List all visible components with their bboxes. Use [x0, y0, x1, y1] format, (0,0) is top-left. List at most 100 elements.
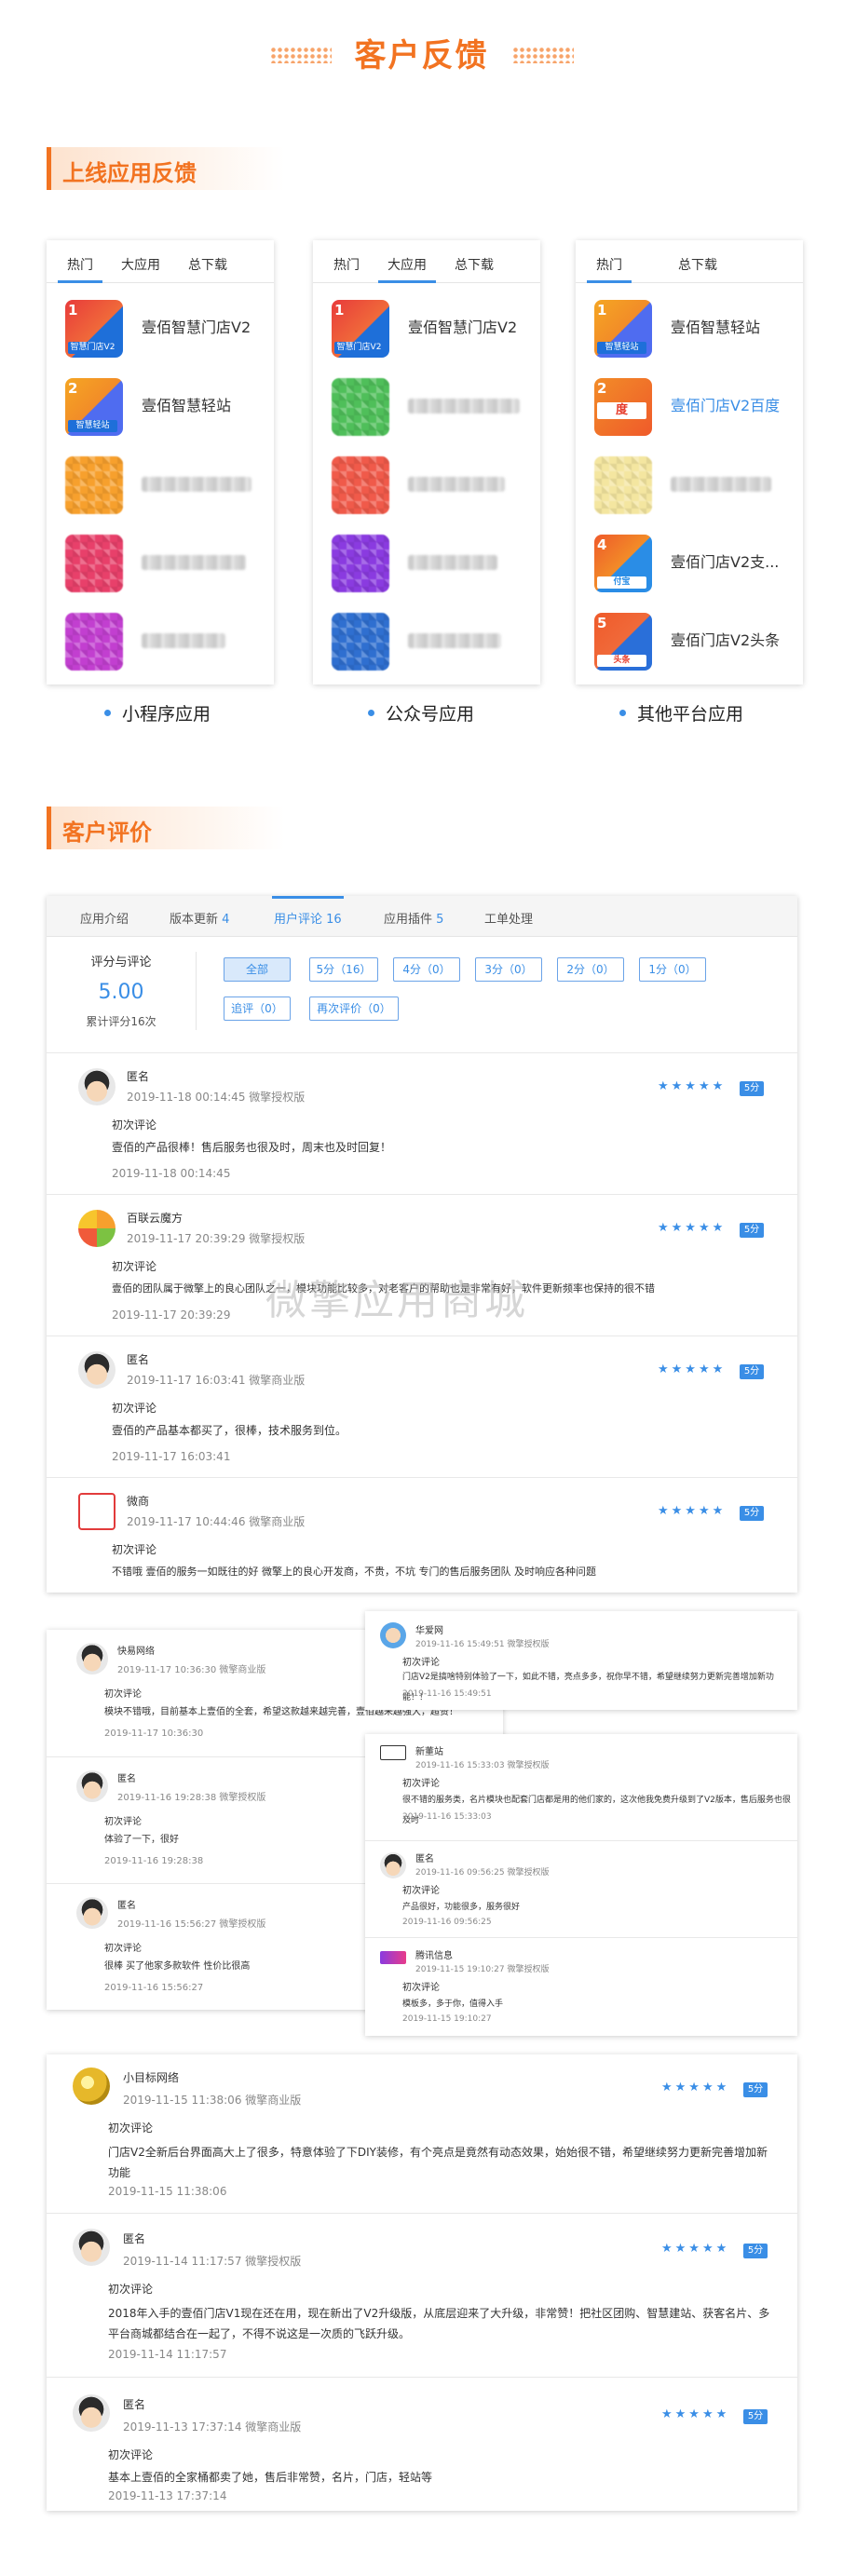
title-decoration-right	[512, 47, 574, 63]
filter-follow-up[interactable]: 追评（0）	[224, 997, 291, 1021]
review-text: 模板多，多于你，值得入手	[402, 2000, 504, 2009]
review-date: 2019-11-17 16:03:41 微擎商业版	[127, 1374, 306, 1387]
reviewer-name: 匿名	[123, 2232, 146, 2245]
review-item: 腾讯信息 2019-11-15 19:10:27 微擎授权版 初次评论 模板多，…	[365, 1937, 797, 2036]
score-badge: 5分	[740, 1364, 764, 1379]
review-type: 初次评论	[112, 1543, 157, 1556]
avatar	[78, 1493, 116, 1530]
filter-2-star[interactable]: 2分（0）	[557, 957, 624, 982]
app-row[interactable]: 1 智慧轻站 壹佰智慧轻站	[594, 300, 794, 361]
reviewer-name: 匿名	[123, 2398, 146, 2411]
review-type: 初次评论	[108, 2448, 154, 2461]
app-name: 壹佰智慧轻站	[142, 397, 232, 414]
reviewer-name: 新董站	[415, 1747, 443, 1757]
tab-total-downloads[interactable]: 总下载	[445, 240, 503, 282]
blurred-app-icon	[332, 535, 389, 592]
app-row-blurred[interactable]	[332, 613, 531, 674]
app-row-blurred[interactable]	[332, 535, 531, 596]
review-screenshot-right-top: 华爱网 2019-11-16 15:49:51 微擎授权版 初次评论 门店V2是…	[365, 1611, 797, 1710]
filter-all[interactable]: 全部	[224, 957, 291, 982]
review-item: 匿名 2019-11-18 00:14:45 微擎授权版 ★★★★★ 5分 初次…	[47, 1052, 797, 1194]
tab-total-downloads[interactable]: 总下载	[179, 240, 237, 282]
filter-3-star[interactable]: 3分（0）	[475, 957, 542, 982]
filter-1-star[interactable]: 1分（0）	[639, 957, 706, 982]
review-date: 2019-11-17 10:36:30 微擎商业版	[117, 1665, 266, 1675]
reviewer-name: 腾讯信息	[415, 1951, 453, 1961]
review-text: 壹佰的产品很棒！售后服务也很及时，周末也及时回复！	[112, 1141, 392, 1154]
review-type: 初次评论	[112, 1119, 157, 1132]
reviewer-name: 华爱网	[415, 1626, 443, 1636]
tab-hot[interactable]: 热门	[587, 240, 632, 283]
reviewer-name: 匿名	[127, 1353, 150, 1366]
review-item: 微商 2019-11-17 10:44:46 微擎商业版 ★★★★★ 5分 初次…	[47, 1477, 797, 1593]
avatar	[380, 1951, 406, 1964]
tab-hot[interactable]: 热门	[324, 240, 369, 282]
score-total: 累计评分16次	[86, 1015, 156, 1028]
app-row[interactable]: 1 智慧门店V2 壹佰智慧门店V2	[65, 300, 265, 361]
star-rating: ★★★★★	[658, 1079, 727, 1093]
filter-5-star[interactable]: 5分（16）	[309, 957, 378, 982]
tab-app-plugins[interactable]: 应用插件 5	[384, 909, 443, 927]
tab-hot[interactable]: 热门	[58, 240, 102, 283]
blurred-app-name	[408, 477, 505, 492]
review-screenshot-bottom: 小目标网络 2019-11-15 11:38:06 微擎商业版 ★★★★★ 5分…	[47, 2054, 797, 2511]
app-row[interactable]: 2 智慧轻站 壹佰智慧轻站	[65, 378, 265, 440]
app-row-blurred[interactable]	[332, 456, 531, 518]
app-row-blurred[interactable]	[65, 456, 265, 518]
reviewer-name: 匿名	[117, 1901, 136, 1911]
app-row[interactable]: 1 智慧门店V2 壹佰智慧门店V2	[332, 300, 531, 361]
reviewer-name: 匿名	[415, 1854, 434, 1864]
review-subdate: 2019-11-14 11:17:57	[108, 2348, 227, 2361]
review-subdate: 2019-11-18 00:14:45	[112, 1167, 231, 1180]
review-type: 初次评论	[104, 1689, 142, 1700]
app-row-blurred[interactable]	[594, 456, 794, 518]
blurred-app-name	[142, 555, 246, 570]
app-card-miniprogram: 热门 大应用 总下载 1 智慧门店V2 壹佰智慧门店V2 2 智慧轻站 壹佰智慧…	[47, 240, 274, 685]
avatar	[78, 1351, 116, 1389]
review-subdate: 2019-11-17 10:36:30	[104, 1729, 204, 1739]
review-text: 门店V2是搞啥特别体验了一下，如此不错，亮点多多，祝你早不错，希望继续努力更新完…	[402, 1673, 774, 1702]
section-apps-heading: 上线应用反馈	[47, 147, 326, 190]
category-label-miniprogram: 小程序应用	[104, 700, 211, 725]
tab-tickets[interactable]: 工单处理	[484, 909, 533, 927]
blurred-app-icon	[594, 456, 652, 514]
app-icon: 5 头条	[594, 613, 652, 671]
reviewer-name: 匿名	[127, 1070, 150, 1083]
avatar	[78, 1068, 116, 1105]
star-rating: ★★★★★	[658, 1221, 727, 1235]
app-row[interactable]: 5 头条 壹佰门店V2头条	[594, 613, 794, 674]
review-date: 2019-11-14 11:17:57 微擎授权版	[123, 2255, 302, 2268]
review-item: 百联云魔方 2019-11-17 20:39:29 微擎授权版 ★★★★★ 5分…	[47, 1194, 797, 1335]
app-tabs: 热门 总下载	[576, 240, 803, 283]
blurred-app-icon	[65, 613, 123, 671]
filter-re-evaluate[interactable]: 再次评价（0）	[309, 997, 399, 1021]
app-row[interactable]: 2 度 壹佰门店V2百度	[594, 378, 794, 440]
app-row-blurred[interactable]	[332, 378, 531, 440]
avatar	[76, 1897, 108, 1929]
star-rating: ★★★★★	[661, 2081, 730, 2095]
tab-big-app[interactable]: 大应用	[378, 240, 436, 283]
reviewer-name: 微商	[127, 1495, 150, 1508]
app-icon: 2 度	[594, 378, 652, 436]
tab-big-app[interactable]: 大应用	[112, 240, 170, 282]
tab-total-downloads[interactable]: 总下载	[669, 240, 727, 282]
blurred-app-name	[142, 633, 225, 648]
tab-version-update[interactable]: 版本更新 4	[170, 909, 229, 927]
review-item: 匿名 2019-11-13 17:37:14 微擎商业版 ★★★★★ 5分 初次…	[47, 2377, 797, 2511]
review-date: 2019-11-16 15:49:51 微擎授权版	[415, 1640, 550, 1649]
page-title: 客户反馈	[354, 37, 489, 75]
app-row[interactable]: 4 付宝 壹佰门店V2支...	[594, 535, 794, 596]
filter-4-star[interactable]: 4分（0）	[393, 957, 460, 982]
review-date: 2019-11-17 20:39:29 微擎授权版	[127, 1232, 306, 1245]
tab-app-intro[interactable]: 应用介绍	[80, 909, 129, 927]
tab-user-reviews[interactable]: 用户评论 16	[272, 896, 344, 927]
review-date: 2019-11-16 09:56:25 微擎授权版	[415, 1868, 550, 1878]
app-row-blurred[interactable]	[65, 535, 265, 596]
avatar	[78, 1210, 116, 1247]
app-row-blurred[interactable]	[65, 613, 265, 674]
review-date: 2019-11-16 19:28:38 微擎授权版	[117, 1793, 266, 1803]
review-panel: 应用介绍 版本更新 4 用户评论 16 应用插件 5 工单处理 评分与评论 5.…	[47, 896, 797, 1593]
review-item: 小目标网络 2019-11-15 11:38:06 微擎商业版 ★★★★★ 5分…	[47, 2054, 797, 2213]
review-type: 初次评论	[112, 1402, 157, 1415]
score-badge: 5分	[740, 1223, 764, 1238]
